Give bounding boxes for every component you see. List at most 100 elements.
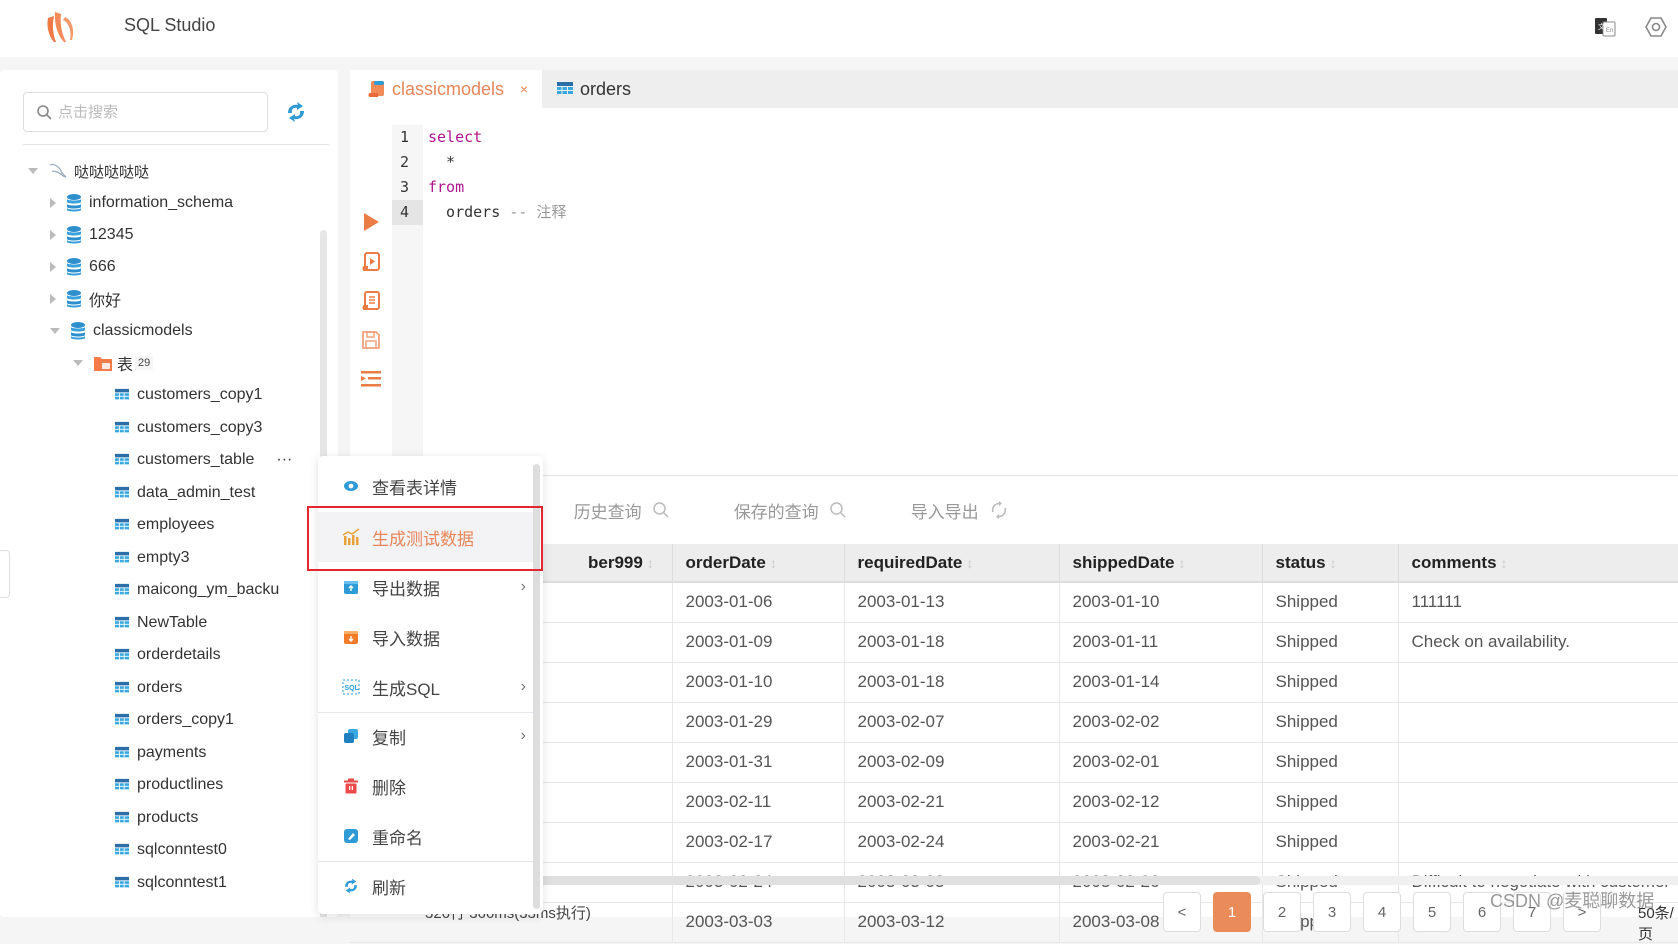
table-cell[interactable]: 2003-02-21: [844, 782, 1060, 823]
menu-item-import-data[interactable]: 导入数据: [318, 612, 536, 662]
caret-down-icon[interactable]: [73, 360, 83, 366]
horizontal-scrollbar[interactable]: [350, 876, 1678, 885]
table-cell[interactable]: 2003-01-31: [672, 742, 845, 783]
close-tab-icon[interactable]: ×: [520, 81, 528, 97]
tab-orders[interactable]: orders: [542, 70, 631, 108]
sort-icon[interactable]: ↕: [1179, 555, 1186, 571]
column-header[interactable]: status ↕: [1262, 544, 1399, 583]
caret-right-icon[interactable]: [50, 294, 56, 304]
tree-tables-folder[interactable]: 表 29: [73, 348, 154, 378]
table-cell[interactable]: Shipped: [1262, 622, 1399, 663]
page-button[interactable]: 1: [1213, 892, 1251, 932]
menu-item-rename[interactable]: 重命名: [318, 811, 536, 861]
tab-import-export[interactable]: 导入导出: [911, 498, 1009, 523]
table-cell[interactable]: [1398, 742, 1678, 783]
table-row[interactable]: 2003-01-06 2003-01-13 2003-01-10 Shipped 111…: [350, 582, 1678, 623]
tree-table-item[interactable]: sqlconntest0: [114, 835, 227, 865]
table-cell[interactable]: Shipped: [1262, 742, 1399, 783]
table-cell[interactable]: [1398, 822, 1678, 863]
sort-icon[interactable]: ↕: [770, 555, 777, 571]
sort-icon[interactable]: ↕: [1330, 555, 1337, 571]
tree-table-item[interactable]: payments: [114, 738, 206, 768]
run-selected-icon[interactable]: [360, 251, 382, 273]
search-icon[interactable]: [652, 501, 670, 519]
table-cell[interactable]: [1398, 702, 1678, 743]
table-cell[interactable]: Shipped: [1262, 782, 1399, 823]
tab-history[interactable]: 历史查询: [574, 498, 670, 523]
sort-icon[interactable]: ↕: [966, 555, 973, 571]
tree-database-expanded[interactable]: classicmodels: [50, 316, 193, 346]
sync-icon[interactable]: [989, 500, 1009, 520]
editor-results-divider[interactable]: [352, 475, 1678, 476]
caret-down-icon[interactable]: [28, 168, 38, 174]
search-input[interactable]: [58, 103, 248, 121]
caret-right-icon[interactable]: [50, 262, 56, 272]
sort-icon[interactable]: ↕: [1501, 555, 1508, 571]
table-cell[interactable]: [1398, 782, 1678, 823]
table-cell[interactable]: 2003-02-24: [844, 822, 1060, 863]
table-row[interactable]: 2003-02-11 2003-02-21 2003-02-12 Shipped: [350, 782, 1678, 823]
tree-table-item[interactable]: NewTable: [114, 608, 207, 638]
menu-item-delete[interactable]: 删除: [318, 761, 536, 811]
table-cell[interactable]: 2003-01-10: [672, 662, 845, 703]
table-cell[interactable]: 2003-02-21: [1059, 822, 1263, 863]
code-line[interactable]: orders -- 注释: [428, 200, 566, 225]
table-row[interactable]: 2003-01-29 2003-02-07 2003-02-02 Shipped: [350, 702, 1678, 743]
settings-icon[interactable]: [1645, 16, 1667, 38]
format-icon[interactable]: [360, 290, 382, 312]
table-row[interactable]: 2003-01-09 2003-01-18 2003-01-11 Shipped Che…: [350, 622, 1678, 663]
table-cell[interactable]: 2003-02-02: [1059, 702, 1263, 743]
table-cell[interactable]: 2003-02-17: [672, 822, 845, 863]
page-button[interactable]: 3: [1313, 892, 1351, 932]
table-cell[interactable]: 2003-01-18: [844, 662, 1060, 703]
table-cell[interactable]: 2003-01-13: [844, 582, 1060, 623]
table-row[interactable]: 2003-01-10 2003-01-18 2003-01-14 Shipped: [350, 662, 1678, 703]
tree-table-item[interactable]: customers_copy1: [114, 380, 262, 410]
tree-table-item[interactable]: empty3: [114, 543, 189, 573]
search-icon[interactable]: [829, 501, 847, 519]
menu-item-copy[interactable]: 复制 ›: [318, 711, 536, 761]
table-cell[interactable]: 2003-02-11: [672, 782, 845, 823]
caret-right-icon[interactable]: [50, 230, 56, 240]
menu-item-refresh[interactable]: 刷新: [318, 861, 536, 911]
table-cell[interactable]: Shipped: [1262, 582, 1399, 623]
page-button[interactable]: 2: [1263, 892, 1301, 932]
prev-page-button[interactable]: <: [1163, 892, 1201, 932]
tree-table-item[interactable]: products: [114, 803, 198, 833]
code-line[interactable]: *: [428, 150, 455, 175]
tree-table-item[interactable]: orderdetails: [114, 640, 221, 670]
tree-database[interactable]: 12345: [50, 220, 134, 250]
tab-saved-queries[interactable]: 保存的查询: [734, 498, 847, 523]
run-icon[interactable]: [360, 211, 382, 233]
table-cell[interactable]: 2003-01-29: [672, 702, 845, 743]
tree-table-item[interactable]: customers_table ···: [114, 445, 292, 475]
tree-table-item[interactable]: data_admin_test: [114, 478, 255, 508]
tree-database[interactable]: 666: [50, 252, 116, 282]
menu-item-view-table-details[interactable]: 查看表详情: [318, 461, 536, 511]
tree-table-item[interactable]: customers_copy3: [114, 413, 262, 443]
table-cell[interactable]: Shipped: [1262, 662, 1399, 703]
indent-icon[interactable]: [360, 368, 382, 390]
table-cell[interactable]: Shipped: [1262, 702, 1399, 743]
refresh-icon[interactable]: [284, 100, 308, 124]
column-header[interactable]: shippedDate ↕: [1059, 544, 1263, 583]
table-cell[interactable]: 111111: [1398, 582, 1678, 623]
column-header[interactable]: requiredDate ↕: [844, 544, 1060, 583]
tree-database[interactable]: information_schema: [50, 188, 233, 218]
save-icon[interactable]: [360, 329, 382, 351]
column-header[interactable]: orderDate ↕: [672, 544, 845, 583]
table-cell[interactable]: 2003-01-18: [844, 622, 1060, 663]
table-cell[interactable]: 2003-02-01: [1059, 742, 1263, 783]
tree-table-item[interactable]: employees: [114, 510, 214, 540]
tree-connection[interactable]: 哒哒哒哒哒: [28, 156, 149, 186]
table-cell[interactable]: 2003-01-11: [1059, 622, 1263, 663]
column-header[interactable]: comments ↕: [1398, 544, 1678, 583]
table-cell[interactable]: 2003-02-12: [1059, 782, 1263, 823]
tree-table-item[interactable]: productlines: [114, 770, 223, 800]
table-cell[interactable]: 2003-01-09: [672, 622, 845, 663]
table-cell[interactable]: 2003-01-06: [672, 582, 845, 623]
tab-classicmodels[interactable]: classicmodels ×: [350, 70, 542, 108]
search-box[interactable]: [23, 92, 268, 132]
table-cell[interactable]: [1398, 662, 1678, 703]
table-cell[interactable]: Check on availability.: [1398, 622, 1678, 663]
